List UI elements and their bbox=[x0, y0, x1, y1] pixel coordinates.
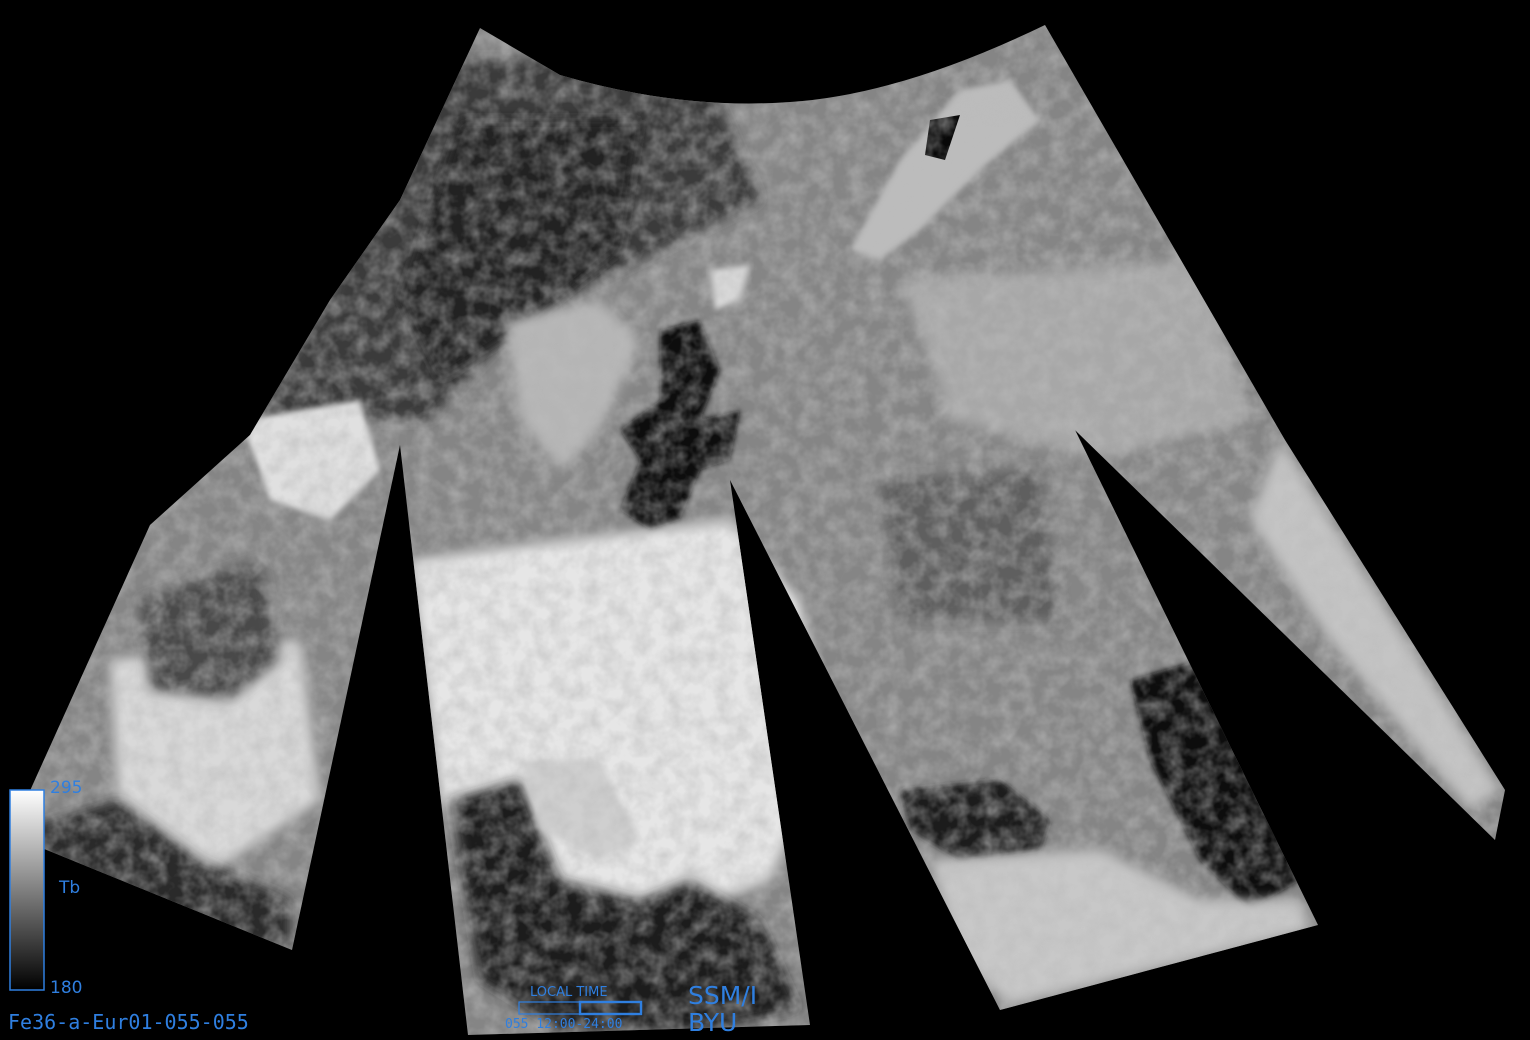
colorbar-min-label: 180 bbox=[50, 978, 83, 998]
colorbar bbox=[9, 789, 45, 991]
organization-label: BYU bbox=[688, 1008, 738, 1037]
colorbar-max-label: 295 bbox=[50, 778, 83, 798]
colorbar-variable-label: Tb bbox=[59, 878, 81, 898]
image-id-label: Fe36-a-Eur01-055-055 bbox=[8, 1010, 249, 1034]
sensor-label: SSM/I bbox=[688, 981, 758, 1010]
local-time-title: LOCAL TIME bbox=[530, 985, 608, 1000]
brightness-temperature-map bbox=[9, 25, 1505, 1035]
local-time-range: 055 12:00-24:00 bbox=[505, 1017, 623, 1032]
ssmi-swath-mosaic bbox=[10, 25, 1505, 1035]
colorbar-gradient bbox=[9, 789, 45, 991]
